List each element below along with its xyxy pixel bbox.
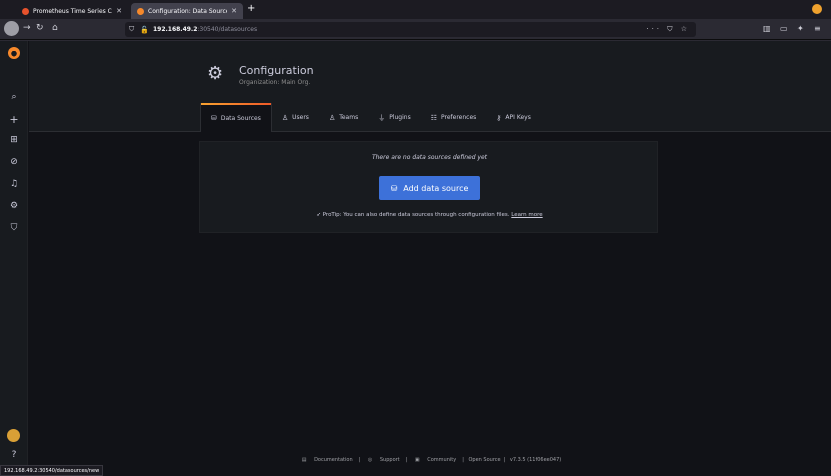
prometheus-favicon-icon [22,7,29,15]
tab-label: Users [292,114,309,121]
footer-documentation-link[interactable]: ▤ Documentation [299,457,356,463]
footer-community-label: Community [427,457,457,463]
server-admin-icon[interactable]: ⛉ [0,223,28,233]
page-actions-icon[interactable]: ··· ⛉ ☆ [646,25,690,34]
key-icon: ⚷ [496,113,502,122]
search-icon[interactable]: ⌕ [0,92,28,102]
plug-icon: ⏚ [378,113,386,122]
document-icon: ▤ [301,457,307,463]
browser-status-url: 192.168.49.2:30540/datasources/new [0,465,104,476]
extension-icon[interactable] [812,4,822,14]
tab-label: Teams [339,114,359,121]
grafana-app: ⌕ + ⊞ ⊘ ♫ ⚙ ⛉ ? ⚙ Configuration Organiza… [0,41,831,476]
support-icon: ◎ [367,457,373,463]
reload-icon[interactable]: ↻ [36,23,44,33]
tracking-shield-icon[interactable]: ⛉ [129,25,134,34]
reader-icon[interactable]: ▭ [780,24,788,33]
browser-nav-bar: → ↻ ⌂ ⛉ 🔓 192.168.49.2:30540/datasources… [0,19,831,40]
browser-tab-bar: Prometheus Time Series C ✕ Configuration… [0,0,831,19]
page-title: Configuration [239,64,314,77]
browser-tab-title: Prometheus Time Series C [33,7,112,15]
tab-preferences[interactable]: ☷ Preferences [421,103,487,132]
new-tab-button[interactable]: + [247,3,255,14]
empty-list-cta: There are no data sources defined yet ⛁ … [199,141,658,233]
footer: ▤ Documentation | ◎ Support | ▣ Community |… [29,457,831,463]
tab-label: Plugins [389,114,411,121]
browser-tab-prometheus[interactable]: Prometheus Time Series C ✕ [16,3,128,19]
users-icon: ♙ [328,113,336,122]
tab-label: Data Sources [220,114,261,122]
url-path: :30540/datasources [197,26,258,33]
footer-community-link[interactable]: ▣ Community [412,457,459,463]
page-tabs: ⛁ Data Sources ♙ Users ♙ Teams ⏚ Plugins… [200,103,541,132]
protip: ➶ ProTip: You can also define data sourc… [200,212,659,218]
footer-support-label: Support [379,457,400,463]
footer-documentation-label: Documentation [314,457,353,463]
grafana-logo-icon[interactable] [8,47,20,59]
menu-icon[interactable]: ≡ [814,24,821,33]
tab-label: API Keys [505,114,531,121]
close-tab-icon[interactable]: ✕ [116,7,122,15]
avatar[interactable] [7,429,20,442]
grafana-favicon-icon [137,7,144,15]
help-icon[interactable]: ? [0,450,28,460]
tab-plugins[interactable]: ⏚ Plugins [368,103,421,132]
address-bar[interactable]: ⛉ 🔓 192.168.49.2:30540/datasources ··· ⛉… [125,22,696,37]
library-icon[interactable]: ▥ [763,24,771,33]
plus-icon[interactable]: + [0,113,28,126]
tab-data-sources[interactable]: ⛁ Data Sources [200,103,272,132]
home-icon[interactable]: ⌂ [52,23,58,33]
browser-tab-title: Configuration: Data Source [148,7,228,15]
add-data-source-label: Add data source [403,183,469,193]
footer-open-source-link[interactable]: Open Source [468,457,500,463]
sliders-icon: ☷ [430,113,437,122]
url-host: 192.168.49.2 [152,26,198,33]
page-subtitle: Organization: Main Org. [239,79,311,86]
page-header: ⚙ Configuration Organization: Main Org. … [29,41,831,132]
dashboards-icon[interactable]: ⊞ [0,135,28,145]
profile-avatar[interactable] [4,21,19,36]
side-menu: ⌕ + ⊞ ⊘ ♫ ⚙ ⛉ ? [0,41,28,476]
configuration-icon[interactable]: ⚙ [0,201,28,211]
close-tab-icon[interactable]: ✕ [231,7,237,15]
rocket-icon: ➶ [316,212,321,218]
extensions-icon[interactable]: ✦ [797,24,804,33]
alerting-icon[interactable]: ♫ [0,179,28,189]
learn-more-link[interactable]: Learn more [511,212,542,218]
tab-users[interactable]: ♙ Users [272,103,319,132]
add-data-source-button[interactable]: ⛁ Add data source [379,176,480,200]
gear-icon: ⚙ [207,63,224,84]
forward-icon[interactable]: → [23,23,31,33]
footer-version: v7.3.5 (11f06ee047) [509,457,562,463]
tab-teams[interactable]: ♙ Teams [319,103,368,132]
user-icon: ♙ [281,113,289,122]
footer-support-link[interactable]: ◎ Support [365,457,403,463]
database-icon: ⛁ [211,114,217,122]
database-icon: ⛁ [390,183,398,193]
insecure-lock-icon[interactable]: 🔓 [140,26,149,34]
empty-state-title: There are no data sources defined yet [371,154,488,161]
tab-api-keys[interactable]: ⚷ API Keys [486,103,541,132]
protip-text: ProTip: You can also define data sources… [322,212,510,218]
comments-icon: ▣ [414,457,420,463]
browser-tab-configuration[interactable]: Configuration: Data Source ✕ [131,3,243,19]
tab-label: Preferences [440,114,477,121]
explore-icon[interactable]: ⊘ [0,157,28,167]
